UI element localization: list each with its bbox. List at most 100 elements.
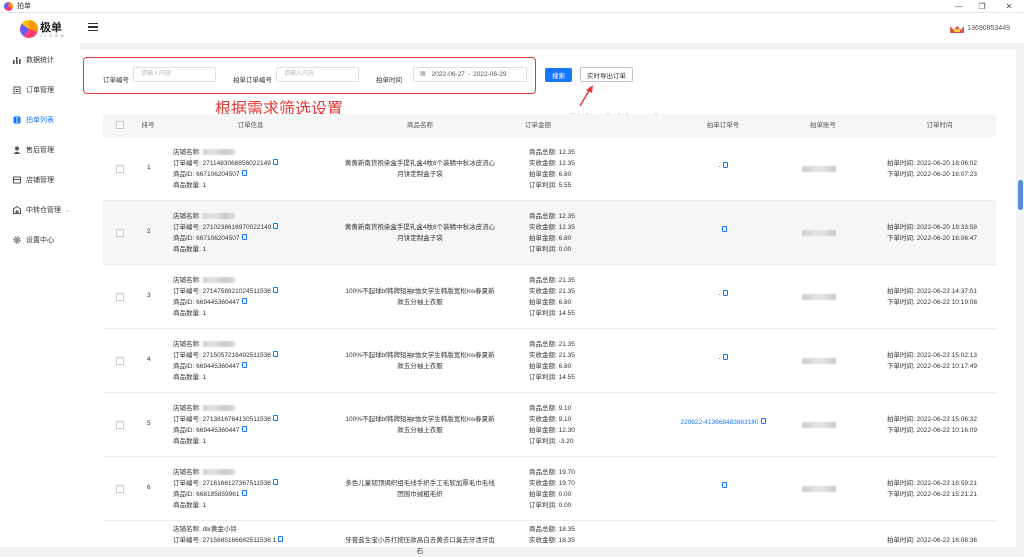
cost-amount: 12.30 bbox=[558, 427, 575, 434]
paid-amount: 21.35 bbox=[558, 288, 575, 295]
row-checkbox[interactable] bbox=[116, 165, 124, 173]
qty-label: 商品数量: bbox=[173, 310, 201, 317]
copy-icon[interactable] bbox=[241, 426, 247, 433]
person-icon bbox=[13, 146, 21, 154]
table-row[interactable]: 5 店铺名称: 订单编号: 2713816764130511536 商品ID: … bbox=[103, 393, 996, 457]
row-checkbox[interactable] bbox=[116, 229, 124, 237]
pai-order-no[interactable]: 220622-413668483883180 bbox=[680, 419, 758, 426]
cost-label: 拍单金额: bbox=[529, 235, 557, 242]
order-no: 2715685166682511536 bbox=[202, 537, 271, 544]
gear-icon bbox=[13, 236, 21, 244]
profit-label: 订单利润: bbox=[529, 310, 557, 317]
pai-time: 2022-06-22 14:37:01 bbox=[916, 288, 977, 295]
pai-order-no[interactable]: - bbox=[718, 291, 720, 298]
sidebar-item-label: 售后管理 bbox=[26, 147, 54, 154]
close-button[interactable]: ✕ bbox=[994, 0, 1024, 13]
table-row[interactable]: 1 店铺名称: 订单编号: 2711483068856022149 商品ID: … bbox=[103, 137, 996, 201]
order-time-label: 下单时间: bbox=[887, 363, 915, 370]
copy-icon[interactable] bbox=[278, 536, 284, 543]
pai-list-panel: 订单编号 请输入内容 拍单订单编号 请输入内容 拍单时间 ▦ 2022-06-2… bbox=[80, 49, 1016, 555]
profit-amount: 0.00 bbox=[558, 502, 572, 509]
sidebar-item-settings[interactable]: 设置中心 bbox=[0, 229, 80, 251]
pai-account-redacted bbox=[802, 486, 836, 492]
profit-label: 订单利润: bbox=[529, 182, 557, 189]
pai-order-no[interactable]: - bbox=[718, 163, 720, 170]
copy-icon[interactable] bbox=[272, 415, 278, 422]
shop-label: 店铺名称: bbox=[173, 526, 201, 533]
copy-icon[interactable] bbox=[721, 482, 727, 489]
table-row[interactable]: 3 店铺名称: 订单编号: 2714758921024511536 商品ID: … bbox=[103, 265, 996, 329]
copy-icon[interactable] bbox=[241, 362, 247, 369]
order-time: 2022-06-22 10:16:09 bbox=[916, 427, 977, 434]
qty-label: 商品数量: bbox=[173, 182, 201, 189]
user-info[interactable]: 13690953449 bbox=[950, 23, 1010, 33]
export-orders-button[interactable]: 实时导出订单 bbox=[580, 67, 633, 82]
copy-icon[interactable] bbox=[760, 418, 766, 425]
pai-time: 2022-06-20 19:33:58 bbox=[916, 224, 977, 231]
copy-icon[interactable] bbox=[272, 159, 278, 166]
order-time: 2022-06-20 16:07:23 bbox=[916, 171, 977, 178]
table-row[interactable]: 4 店铺名称: 订单编号: 2715057218492511536 商品ID: … bbox=[103, 329, 996, 393]
order-no: 2714758921024511536 bbox=[202, 288, 271, 295]
table-row[interactable]: 2 店铺名称: 订单编号: 2710238616970022149 商品ID: … bbox=[103, 201, 996, 265]
column-header: 订单金额 bbox=[525, 122, 551, 129]
paid-label: 实收金额: bbox=[529, 416, 557, 423]
pai-time: 2022-06-22 15:06:32 bbox=[916, 416, 977, 423]
copy-icon[interactable] bbox=[722, 162, 728, 169]
paid-label: 实收金额: bbox=[529, 480, 557, 487]
product-id: 669445360447 bbox=[196, 299, 240, 306]
cost-amount: 6.80 bbox=[558, 363, 572, 370]
restore-button[interactable]: ❐ bbox=[967, 0, 997, 13]
column-header: 拍单账号 bbox=[810, 122, 836, 129]
sidebar-item-stores[interactable]: 店铺管理 bbox=[0, 169, 80, 191]
profit-label: 订单利润: bbox=[529, 438, 557, 445]
pai-order-no[interactable]: - bbox=[718, 355, 720, 362]
copy-icon[interactable] bbox=[241, 170, 247, 177]
row-checkbox[interactable] bbox=[116, 357, 124, 365]
sidebar-item-stats[interactable]: 数据统计 bbox=[0, 49, 80, 71]
order-time-label: 下单时间: bbox=[887, 235, 915, 242]
select-all-checkbox[interactable] bbox=[116, 121, 124, 129]
product-id: 667106204507 bbox=[196, 171, 240, 178]
paid-label: 实收金额: bbox=[529, 352, 557, 359]
row-checkbox[interactable] bbox=[116, 293, 124, 301]
profit-amount: 14.55 bbox=[558, 310, 575, 317]
sidebar-item-pai-list[interactable]: 拍单列表 bbox=[0, 109, 80, 131]
app-logo[interactable]: 极单 J I D A N bbox=[20, 17, 70, 43]
cost-label: 拍单金额: bbox=[529, 363, 557, 370]
table-row[interactable]: 6 店铺名称: 订单编号: 2716166127367511536 商品ID: … bbox=[103, 457, 996, 521]
profit-label: 订单利润: bbox=[529, 246, 557, 253]
paid-label: 实收金额: bbox=[529, 160, 557, 167]
shop-label: 店铺名称: bbox=[173, 341, 201, 348]
profit-amount: 5.55 bbox=[558, 182, 572, 189]
copy-icon[interactable] bbox=[241, 490, 247, 497]
row-checkbox[interactable] bbox=[116, 485, 124, 493]
shop-label: 店铺名称: bbox=[173, 149, 201, 156]
order-label: 订单编号: bbox=[173, 352, 201, 359]
scrollbar-thumb[interactable] bbox=[1018, 180, 1023, 210]
copy-icon[interactable] bbox=[273, 223, 279, 230]
copy-icon[interactable] bbox=[272, 351, 278, 358]
copy-icon[interactable] bbox=[272, 479, 278, 486]
search-button[interactable]: 搜索 bbox=[545, 68, 572, 82]
sidebar-item-orders[interactable]: 订单管理 bbox=[0, 79, 80, 101]
copy-icon[interactable] bbox=[721, 226, 727, 233]
order-no: 2715057218492511536 bbox=[202, 352, 271, 359]
order-no: 2710238616970022149 bbox=[202, 224, 272, 231]
copy-icon[interactable] bbox=[722, 290, 728, 297]
product-name: 多色儿童韧顶绸织组毛线手织手工毛软加厚毛巾毛线团围巾绒粗毛织 bbox=[345, 480, 495, 498]
copy-icon[interactable] bbox=[241, 298, 247, 305]
total-label: 商品总额: bbox=[529, 341, 557, 348]
copy-icon[interactable] bbox=[272, 287, 278, 294]
row-checkbox[interactable] bbox=[116, 421, 124, 429]
menu-toggle-icon[interactable] bbox=[88, 23, 98, 31]
sidebar-item-after-sales[interactable]: 售后管理 bbox=[0, 139, 80, 161]
copy-icon[interactable] bbox=[722, 354, 728, 361]
order-no: 2711483068856022149 bbox=[202, 160, 271, 167]
shop-name-redacted bbox=[202, 149, 235, 156]
sidebar-item-label: 店铺管理 bbox=[26, 177, 54, 184]
profit-label: 订单利润: bbox=[529, 374, 557, 381]
copy-icon[interactable] bbox=[241, 234, 247, 241]
sidebar-item-warehouse[interactable]: 中转仓管理 ⌄ bbox=[0, 199, 80, 221]
shop-label: 店铺名称: bbox=[173, 405, 201, 412]
